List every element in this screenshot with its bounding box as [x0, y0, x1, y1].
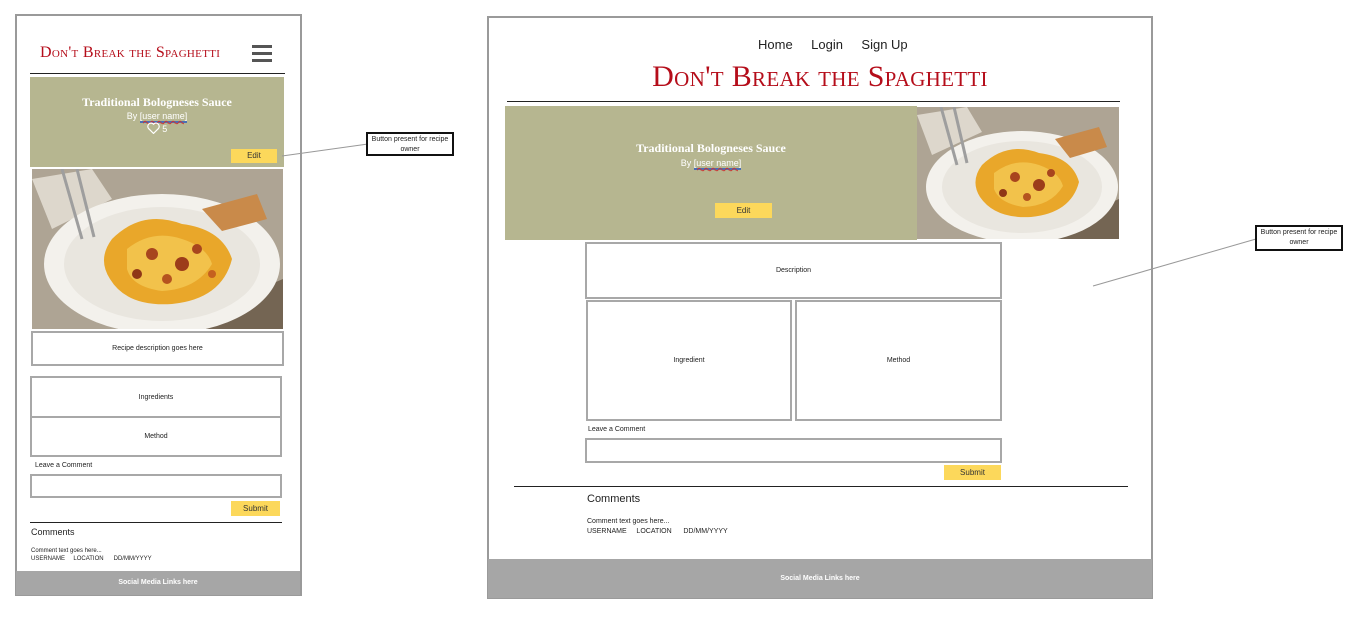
- mobile-footer: Social Media Links here: [16, 571, 300, 595]
- desktop-leave-comment-label: Leave a Comment: [588, 426, 646, 433]
- desktop-comments-heading: Comments: [587, 493, 641, 505]
- desktop-comment-input[interactable]: [585, 438, 1002, 463]
- desktop-recipe-title: Traditional Bologneses Sauce: [636, 141, 786, 155]
- mobile-recipe-photo: [32, 169, 283, 329]
- desktop-comments-divider: [514, 486, 1128, 487]
- hamburger-menu-icon[interactable]: [252, 45, 272, 62]
- nav-signup[interactable]: Sign Up: [861, 37, 907, 52]
- mobile-comment-username: USERNAME: [31, 556, 66, 562]
- mobile-comments-heading: Comments: [31, 527, 75, 537]
- mobile-description-box: Recipe description goes here: [31, 331, 284, 366]
- mobile-annotation-line: [281, 143, 369, 157]
- desktop-comment-meta: USERNAME LOCATION DD/MM/YYYY: [587, 528, 728, 535]
- mobile-comment-text: Comment text goes here...: [31, 548, 102, 554]
- mobile-comments-divider: [30, 522, 282, 523]
- desktop-nav: Home Login Sign Up: [751, 36, 915, 54]
- mobile-comment-date: DD/MM/YYYY: [113, 556, 152, 562]
- mobile-comment-meta: USERNAME LOCATION DD/MM/YYYY: [31, 556, 152, 562]
- likes-count: 5: [162, 124, 168, 134]
- mobile-site-title[interactable]: Don't Break the Spaghetti: [40, 44, 220, 62]
- desktop-footer: Social Media Links here: [488, 559, 1152, 598]
- desktop-description-box: Description: [585, 242, 1002, 299]
- mobile-leave-comment-label: Leave a Comment: [35, 462, 93, 469]
- desktop-by-label: By: [680, 158, 692, 168]
- mobile-submit-button[interactable]: Submit: [231, 501, 280, 516]
- heart-icon[interactable]: [146, 122, 163, 135]
- mobile-ingredients-box: Ingredients: [30, 376, 282, 418]
- desktop-comment-date: DD/MM/YYYY: [683, 528, 728, 535]
- desktop-site-title[interactable]: Don't Break the Spaghetti: [490, 60, 1150, 94]
- desktop-method-box: Method: [795, 300, 1002, 421]
- mobile-edit-button[interactable]: Edit: [231, 149, 277, 163]
- mobile-by-label: By: [126, 111, 138, 121]
- mobile-comment-input[interactable]: [30, 474, 282, 498]
- desktop-annotation-note: Button present for recipe owner: [1255, 225, 1343, 251]
- desktop-comment-text: Comment text goes here...: [587, 518, 670, 525]
- desktop-recipe-hero: Traditional Bologneses Sauce By [user na…: [505, 106, 917, 240]
- desktop-recipe-photo: [917, 107, 1119, 239]
- mobile-method-box: Method: [30, 416, 282, 457]
- desktop-submit-button[interactable]: Submit: [944, 465, 1001, 480]
- mobile-comment-location: LOCATION: [73, 556, 104, 562]
- desktop-ingredient-box: Ingredient: [586, 300, 792, 421]
- nav-login[interactable]: Login: [811, 37, 843, 52]
- nav-home[interactable]: Home: [758, 37, 793, 52]
- desktop-edit-button[interactable]: Edit: [715, 203, 772, 218]
- desktop-annotation-line: [1092, 238, 1257, 287]
- desktop-comment-username: USERNAME: [587, 528, 627, 535]
- mobile-social-links[interactable]: Social Media Links here: [118, 579, 197, 586]
- desktop-social-links[interactable]: Social Media Links here: [780, 575, 859, 582]
- mobile-recipe-title: Traditional Bologneses Sauce: [82, 95, 232, 109]
- mobile-header-divider: [30, 73, 285, 74]
- desktop-comment-location: LOCATION: [636, 528, 672, 535]
- desktop-header-divider: [507, 101, 1120, 102]
- mobile-annotation-note: Button present for recipe owner: [366, 132, 454, 156]
- desktop-user-name-link[interactable]: [user name]: [693, 158, 742, 170]
